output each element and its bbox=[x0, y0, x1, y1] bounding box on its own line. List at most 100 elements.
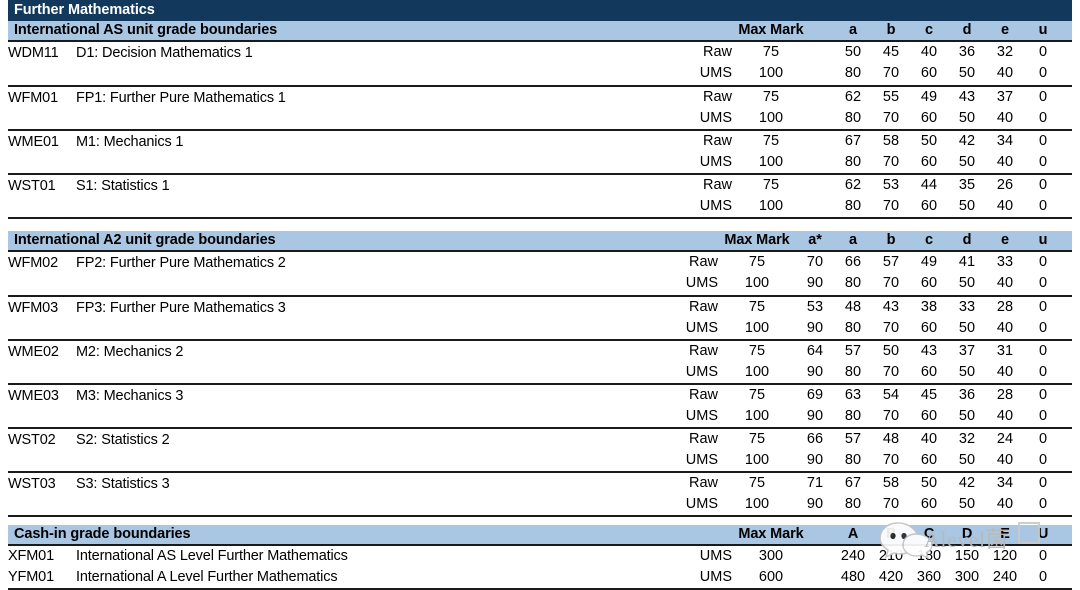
row-type: UMS bbox=[699, 569, 732, 585]
data-row-raw: Raw 75 50 45 40 36 32 0 bbox=[676, 42, 1072, 63]
grade-value-d: 50 bbox=[958, 452, 976, 468]
column-header-grade-d: d bbox=[962, 232, 972, 248]
data-row-ums: UMS 100 80 70 60 50 40 0 bbox=[676, 108, 1072, 129]
grade-value-e: 40 bbox=[996, 110, 1014, 126]
grade-value-e: 26 bbox=[996, 177, 1014, 193]
grade-value-e: 40 bbox=[996, 364, 1014, 380]
grade-value-e: 40 bbox=[996, 452, 1014, 468]
qualification-code: XFM01 bbox=[8, 548, 54, 564]
grade-value-U: 0 bbox=[1038, 569, 1048, 585]
grade-value-b: 70 bbox=[882, 496, 900, 512]
grade-value-u: 0 bbox=[1038, 133, 1048, 149]
grade-value-astar: 69 bbox=[806, 387, 824, 403]
row-type: UMS bbox=[685, 496, 718, 512]
max-mark-value: 100 bbox=[744, 452, 770, 468]
table-row: WST02 S2: Statistics 2 Raw 75 66 57 48 40… bbox=[8, 429, 1072, 473]
grade-value-a: 66 bbox=[844, 254, 862, 270]
grade-value-a: 50 bbox=[844, 44, 862, 60]
page-title: Further Mathematics bbox=[14, 2, 155, 18]
max-mark-value: 300 bbox=[758, 548, 784, 564]
grade-value-c: 60 bbox=[920, 275, 938, 291]
grade-value-E: 120 bbox=[992, 548, 1018, 564]
qualification-name: International AS Level Further Mathemati… bbox=[76, 548, 348, 564]
data-row-raw: Raw 75 64 57 50 43 37 31 0 bbox=[662, 341, 1072, 362]
max-mark-value: 100 bbox=[744, 320, 770, 336]
row-type: Raw bbox=[688, 475, 718, 491]
column-header-grade-a: a bbox=[849, 22, 857, 38]
column-header-max-mark: Max Mark bbox=[738, 22, 804, 38]
unit-name: M3: Mechanics 3 bbox=[76, 388, 184, 404]
grade-value-astar: 90 bbox=[806, 275, 824, 291]
column-header-grade-U: U bbox=[1037, 526, 1049, 542]
section-header-as-units: International AS unit grade boundaries M… bbox=[8, 21, 1072, 42]
grade-value-c: 60 bbox=[920, 110, 938, 126]
grade-value-D: 150 bbox=[954, 548, 980, 564]
grade-value-u: 0 bbox=[1038, 154, 1048, 170]
grade-value-c: 40 bbox=[920, 44, 938, 60]
column-header-grade-c: c bbox=[925, 22, 933, 38]
grade-value-a: 80 bbox=[844, 452, 862, 468]
grade-value-u: 0 bbox=[1038, 89, 1048, 105]
grade-value-b: 45 bbox=[882, 44, 900, 60]
grade-value-d: 35 bbox=[958, 177, 976, 193]
grade-value-astar: 90 bbox=[806, 320, 824, 336]
qualification-name: International A Level Further Mathematic… bbox=[76, 569, 338, 585]
unit-data-rows: Raw 75 67 58 50 42 34 0 UMS 100 80 70 60… bbox=[676, 131, 1072, 173]
grade-value-u: 0 bbox=[1038, 177, 1048, 193]
grade-value-u: 0 bbox=[1038, 364, 1048, 380]
unit-code: WFM03 bbox=[8, 300, 59, 316]
grade-value-c: 60 bbox=[920, 65, 938, 81]
grade-value-d: 41 bbox=[958, 254, 976, 270]
column-header-grade-A: A bbox=[847, 526, 859, 542]
row-type: UMS bbox=[699, 548, 732, 564]
unit-label: WDM11 D1: Decision Mathematics 1 bbox=[8, 43, 253, 63]
grade-value-u: 0 bbox=[1038, 431, 1048, 447]
grade-value-c: 60 bbox=[920, 408, 938, 424]
data-row-ums: UMS 100 90 80 70 60 50 40 0 bbox=[662, 406, 1072, 427]
grade-value-e: 34 bbox=[996, 133, 1014, 149]
column-header-grade-B: B bbox=[885, 526, 897, 542]
grade-value-c: 49 bbox=[920, 89, 938, 105]
grade-value-d: 42 bbox=[958, 133, 976, 149]
column-header-max-mark: Max Mark bbox=[738, 526, 804, 542]
row-type: Raw bbox=[688, 343, 718, 359]
table-row: XFM01 International AS Level Further Mat… bbox=[8, 546, 1072, 567]
column-header-grade-d: d bbox=[962, 22, 972, 38]
unit-label: WME02 M2: Mechanics 2 bbox=[8, 342, 184, 362]
column-header-grade-b: b bbox=[886, 22, 896, 38]
grade-value-c: 43 bbox=[920, 343, 938, 359]
grade-value-D: 300 bbox=[954, 569, 980, 585]
unit-data-rows: Raw 75 64 57 50 43 37 31 0 UMS 100 90 80… bbox=[662, 341, 1072, 383]
grade-value-e: 28 bbox=[996, 299, 1014, 315]
unit-name: M2: Mechanics 2 bbox=[76, 344, 184, 360]
unit-name: FP2: Further Pure Mathematics 2 bbox=[76, 255, 286, 271]
row-type: Raw bbox=[702, 44, 732, 60]
unit-data-rows: Raw 75 66 57 48 40 32 24 0 UMS 100 90 80… bbox=[662, 429, 1072, 471]
grade-value-c: 45 bbox=[920, 387, 938, 403]
row-type: UMS bbox=[699, 198, 732, 214]
grade-value-e: 37 bbox=[996, 89, 1014, 105]
grade-value-c: 38 bbox=[920, 299, 938, 315]
grade-value-c: 60 bbox=[920, 320, 938, 336]
max-mark-value: 75 bbox=[762, 44, 780, 60]
unit-label: WFM02 FP2: Further Pure Mathematics 2 bbox=[8, 253, 286, 273]
unit-code: WFM01 bbox=[8, 90, 59, 106]
row-type: UMS bbox=[699, 110, 732, 126]
data-row-ums: UMS 100 90 80 70 60 50 40 0 bbox=[662, 318, 1072, 339]
grade-value-a: 80 bbox=[844, 496, 862, 512]
unit-label: WFM03 FP3: Further Pure Mathematics 3 bbox=[8, 298, 286, 318]
data-row-raw: Raw 75 67 58 50 42 34 0 bbox=[676, 131, 1072, 152]
row-type: UMS bbox=[699, 65, 732, 81]
grade-value-b: 58 bbox=[882, 133, 900, 149]
grade-value-c: 49 bbox=[920, 254, 938, 270]
grade-value-c: 40 bbox=[920, 431, 938, 447]
grade-value-b: 54 bbox=[882, 387, 900, 403]
table-row: WME03 M3: Mechanics 3 Raw 75 69 63 54 45 … bbox=[8, 385, 1072, 429]
grade-value-u: 0 bbox=[1038, 452, 1048, 468]
data-row-ums: UMS 100 90 80 70 60 50 40 0 bbox=[662, 362, 1072, 383]
section-header-cash-in: Cash-in grade boundaries Max Mark A B C … bbox=[8, 525, 1072, 546]
max-mark-value: 600 bbox=[758, 569, 784, 585]
grade-value-d: 43 bbox=[958, 89, 976, 105]
unit-label: WME01 M1: Mechanics 1 bbox=[8, 132, 184, 152]
unit-label: WFM01 FP1: Further Pure Mathematics 1 bbox=[8, 88, 286, 108]
